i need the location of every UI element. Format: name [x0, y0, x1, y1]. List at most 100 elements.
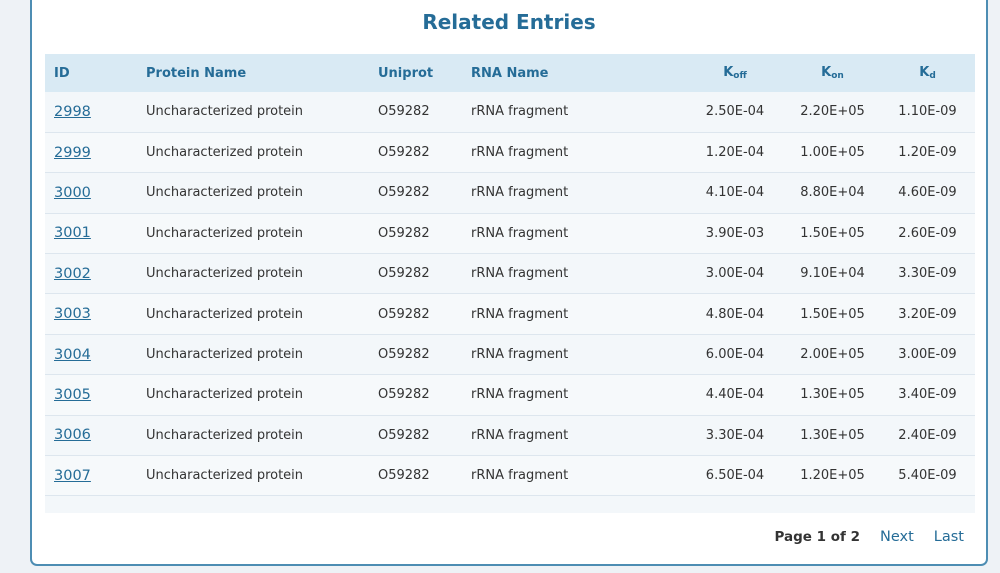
- rna-name-cell: rRNA fragment: [471, 104, 569, 120]
- koff-cell: 1.20E-04: [705, 145, 765, 161]
- kon-cell: 1.30E+05: [800, 387, 865, 403]
- table-row: 3007 Uncharacterized protein O59282 rRNA fr…: [45, 455, 975, 496]
- rna-name-cell: rRNA fragment: [471, 387, 569, 403]
- koff-cell: 4.80E-04: [705, 306, 765, 322]
- kd-cell: 3.20E-09: [898, 306, 957, 322]
- table-row: 3006 Uncharacterized protein O59282 rRNA fr…: [45, 415, 975, 456]
- uniprot-cell: O59282: [378, 468, 430, 484]
- table-row: 2999 Uncharacterized protein O59282 rRNA fr…: [45, 132, 975, 173]
- table-row: 3000 Uncharacterized protein O59282 rRNA fr…: [45, 172, 975, 214]
- id-cell: 2998: [45, 92, 137, 132]
- table-row: 3005 Uncharacterized protein O59282 rRNA fr…: [45, 374, 975, 416]
- id-cell: 3005: [45, 375, 137, 415]
- column-header-kd[interactable]: Kd: [880, 54, 975, 92]
- uniprot-cell: O59282: [378, 225, 430, 241]
- kon-cell: 1.20E+05: [800, 468, 865, 484]
- koff-cell: 6.00E-04: [705, 347, 765, 363]
- kd-cell: 1.20E-09: [898, 145, 957, 161]
- uniprot-cell: O59282: [378, 266, 430, 282]
- column-header-id[interactable]: ID: [45, 54, 137, 92]
- kon-cell: 2.20E+05: [800, 104, 865, 120]
- table-row: 2998 Uncharacterized protein O59282 rRNA fr…: [45, 92, 975, 133]
- protein-name-cell: Uncharacterized protein: [146, 347, 304, 363]
- koff-cell: 3.90E-03: [705, 225, 765, 241]
- rna-name-cell: rRNA fragment: [471, 266, 569, 282]
- kd-cell: 4.60E-09: [898, 185, 957, 201]
- kon-cell: 2.00E+05: [800, 347, 865, 363]
- entry-id-link[interactable]: 3004: [54, 347, 91, 363]
- protein-name-cell: Uncharacterized protein: [146, 104, 304, 120]
- uniprot-cell: O59282: [378, 306, 430, 322]
- rna-name-cell: rRNA fragment: [471, 306, 569, 322]
- uniprot-cell: O59282: [378, 104, 430, 120]
- entry-id-link[interactable]: 3000: [54, 185, 91, 201]
- column-header-uniprot[interactable]: Uniprot: [369, 54, 462, 92]
- table-row: 3003 Uncharacterized protein O59282 rRNA fr…: [45, 293, 975, 335]
- id-cell: 3002: [45, 254, 137, 294]
- kon-cell: 1.30E+05: [800, 427, 865, 443]
- table-row: 3004 Uncharacterized protein O59282 rRNA fr…: [45, 334, 975, 375]
- protein-name-cell: Uncharacterized protein: [146, 306, 304, 322]
- uniprot-cell: O59282: [378, 387, 430, 403]
- id-cell: 2999: [45, 132, 137, 172]
- koff-cell: 2.50E-04: [705, 104, 765, 120]
- koff-cell: 4.10E-04: [705, 185, 765, 201]
- id-cell: 3001: [45, 213, 137, 253]
- protein-name-cell: Uncharacterized protein: [146, 468, 304, 484]
- id-cell: 3003: [45, 294, 137, 334]
- entry-id-link[interactable]: 2999: [54, 145, 91, 161]
- kd-cell: 3.30E-09: [898, 266, 957, 282]
- entries-table: ID Protein Name Uniprot RNA Name Koff Ko…: [45, 54, 975, 496]
- kd-cell: 2.60E-09: [898, 225, 957, 241]
- table-footer-spacer: [45, 496, 975, 514]
- entry-id-link[interactable]: 3007: [54, 468, 91, 484]
- panel-title: Related Entries: [422, 10, 596, 34]
- rna-name-cell: rRNA fragment: [471, 185, 569, 201]
- entry-id-link[interactable]: 2998: [54, 104, 91, 120]
- kon-cell: 1.00E+05: [800, 145, 865, 161]
- rna-name-cell: rRNA fragment: [471, 225, 569, 241]
- koff-cell: 3.30E-04: [705, 427, 765, 443]
- rna-name-cell: rRNA fragment: [471, 427, 569, 443]
- protein-name-cell: Uncharacterized protein: [146, 266, 304, 282]
- table-row: 3001 Uncharacterized protein O59282 rRNA fr…: [45, 213, 975, 254]
- id-cell: 3007: [45, 456, 137, 496]
- protein-name-cell: Uncharacterized protein: [146, 185, 304, 201]
- id-cell: 3000: [45, 173, 137, 213]
- column-header-koff[interactable]: Koff: [685, 54, 785, 92]
- koff-cell: 4.40E-04: [705, 387, 765, 403]
- kon-cell: 8.80E+04: [800, 185, 865, 201]
- entry-id-link[interactable]: 3005: [54, 387, 91, 403]
- protein-name-cell: Uncharacterized protein: [146, 225, 304, 241]
- uniprot-cell: O59282: [378, 347, 430, 363]
- table-header-row: ID Protein Name Uniprot RNA Name Koff Ko…: [45, 54, 975, 92]
- protein-name-cell: Uncharacterized protein: [146, 387, 304, 403]
- koff-cell: 3.00E-04: [705, 266, 765, 282]
- rna-name-cell: rRNA fragment: [471, 347, 569, 363]
- column-header-kon[interactable]: Kon: [785, 54, 880, 92]
- protein-name-cell: Uncharacterized protein: [146, 145, 304, 161]
- entry-id-link[interactable]: 3003: [54, 306, 91, 322]
- id-cell: 3006: [45, 415, 137, 455]
- entries-table-container: ID Protein Name Uniprot RNA Name Koff Ko…: [45, 54, 975, 514]
- column-header-protein-name[interactable]: Protein Name: [137, 54, 369, 92]
- kd-cell: 3.40E-09: [898, 387, 957, 403]
- related-entries-panel: Related Entries ID Protein Name Uniprot …: [30, 0, 988, 566]
- kd-cell: 2.40E-09: [898, 427, 957, 443]
- kd-cell: 3.00E-09: [898, 347, 957, 363]
- pagination: Page 1 of 2 Next Last: [775, 529, 965, 545]
- id-cell: 3004: [45, 334, 137, 374]
- uniprot-cell: O59282: [378, 185, 430, 201]
- column-header-rna-name[interactable]: RNA Name: [462, 54, 685, 92]
- koff-cell: 6.50E-04: [705, 468, 765, 484]
- entry-id-link[interactable]: 3001: [54, 225, 91, 241]
- kon-cell: 9.10E+04: [800, 266, 865, 282]
- entry-id-link[interactable]: 3002: [54, 266, 91, 282]
- page-indicator: Page 1 of 2: [774, 529, 861, 545]
- last-page-link[interactable]: Last: [934, 529, 964, 545]
- rna-name-cell: rRNA fragment: [471, 468, 569, 484]
- next-page-link[interactable]: Next: [880, 529, 914, 545]
- kd-cell: 5.40E-09: [898, 468, 957, 484]
- entry-id-link[interactable]: 3006: [54, 427, 91, 443]
- kon-cell: 1.50E+05: [800, 225, 865, 241]
